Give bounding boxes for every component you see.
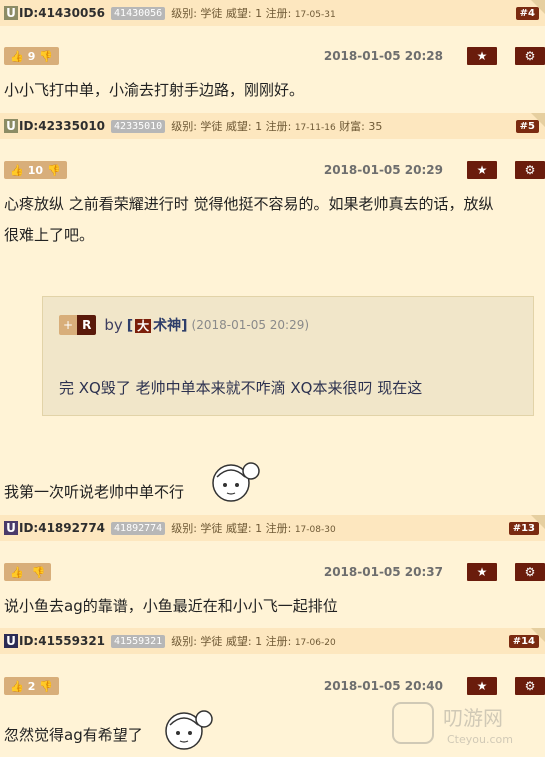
watermark-url: Cteyou.com [447, 733, 513, 746]
user-id[interactable]: ID:41430056 [19, 6, 105, 20]
vote-box[interactable]: 👍 👎 [4, 563, 52, 581]
quote-header: + R by [大术神] (2018-01-05 20:29) [59, 315, 309, 335]
user-meta: 级别: 学徒 威望: 1 注册: 17-08-30 [171, 522, 336, 535]
thumbs-down-icon[interactable]: 👎 [47, 164, 61, 177]
settings-button[interactable]: ⚙ [515, 677, 545, 695]
user-meta: 级别: 学徒 威望: 1 注册: 17-11-16 财富: 35 [171, 120, 383, 133]
thumbs-down-icon[interactable]: 👎 [32, 566, 46, 579]
gear-icon: ⚙ [524, 679, 536, 693]
user-meta: 级别: 学徒 威望: 1 注册: 17-05-31 [171, 7, 336, 20]
user-logo-icon: U [4, 6, 18, 20]
uid-tag: 42335010 [111, 119, 166, 133]
post-timestamp: 2018-01-05 20:37 [323, 565, 443, 579]
vote-box[interactable]: 👍 10 👎 [4, 161, 67, 179]
post-content: 小小飞打中单，小渝去打射手边路，刚刚好。 [4, 81, 305, 99]
vote-count: 9 [27, 49, 36, 63]
thumbs-up-icon[interactable]: 👍 [10, 566, 24, 579]
settings-button[interactable]: ⚙ [515, 563, 545, 581]
user-id[interactable]: ID:41892774 [19, 521, 105, 535]
post-timestamp: 2018-01-05 20:29 [323, 163, 443, 177]
post-userbar: U ID:41892774 41892774 级别: 学徒 威望: 1 注册: … [0, 515, 545, 541]
user-logo-icon: U [4, 119, 18, 133]
post-content-line: 心疼放纵 之前看荣耀进行时 觉得他挺不容易的。如果老帅真去的话，放纵 [4, 195, 494, 213]
quote-timestamp: (2018-01-05 20:29) [191, 318, 310, 332]
post-userbar: U ID:42335010 42335010 级别: 学徒 威望: 1 注册: … [0, 113, 545, 139]
post-timestamp: 2018-01-05 20:28 [323, 49, 443, 63]
post-content-line: 很难上了吧。 [4, 226, 95, 244]
user-meta: 级别: 学徒 威望: 1 注册: 17-06-20 [171, 635, 336, 648]
thumbs-down-icon[interactable]: 👎 [39, 50, 53, 63]
favorite-button[interactable]: ★ [467, 563, 497, 581]
gear-icon: ⚙ [524, 163, 536, 177]
quoted-reply: + R by [大术神] (2018-01-05 20:29) 完 XQ毁了 老帅… [42, 296, 534, 416]
quote-plus[interactable]: + [59, 315, 78, 335]
post-actionbar: 👍 9 👎 2018-01-05 20:28 ★ ⚙ [0, 43, 545, 69]
corner-fold [531, 113, 545, 127]
corner-fold [531, 628, 545, 642]
gear-icon: ⚙ [524, 565, 536, 579]
vote-count: 10 [27, 163, 44, 177]
vote-box[interactable]: 👍 2 👎 [4, 677, 60, 695]
vote-count: 2 [27, 679, 36, 693]
uid-tag: 41559321 [111, 634, 166, 648]
vote-box[interactable]: 👍 9 👎 [4, 47, 60, 65]
quote-author[interactable]: [大术神] [127, 315, 188, 335]
user-logo-icon: U [4, 521, 18, 535]
thumbs-up-icon[interactable]: 👍 [10, 680, 24, 693]
star-icon: ★ [476, 565, 488, 579]
mascot-sticker-icon [165, 710, 213, 750]
favorite-button[interactable]: ★ [467, 677, 497, 695]
star-icon: ★ [476, 679, 488, 693]
watermark-title: 叨游网 [443, 706, 503, 730]
settings-button[interactable]: ⚙ [515, 47, 545, 65]
post-timestamp: 2018-01-05 20:40 [323, 679, 443, 693]
uid-tag: 41430056 [111, 6, 166, 20]
user-id[interactable]: ID:41559321 [19, 634, 105, 648]
corner-fold [531, 515, 545, 529]
uid-tag: 41892774 [111, 521, 166, 535]
post-content: 忽然觉得ag有希望了 [4, 726, 143, 744]
thumbs-up-icon[interactable]: 👍 [10, 164, 24, 177]
favorite-button[interactable]: ★ [467, 47, 497, 65]
user-logo-icon: U [4, 634, 18, 648]
post-actionbar: 👍 👎 2018-01-05 20:37 ★ ⚙ [0, 559, 545, 585]
post-userbar: U ID:41559321 41559321 级别: 学徒 威望: 1 注册: … [0, 628, 545, 654]
user-id[interactable]: ID:42335010 [19, 119, 105, 133]
settings-button[interactable]: ⚙ [515, 161, 545, 179]
reply-text: 我第一次听说老帅中单不行 [4, 483, 185, 501]
quote-body: 完 XQ毁了 老帅中单本来就不咋滴 XQ本来很叼 现在这 [59, 379, 423, 397]
site-watermark: 叨游网 Cteyou.com [392, 702, 513, 746]
thumbs-up-icon[interactable]: 👍 [10, 50, 24, 63]
corner-fold [531, 0, 545, 14]
forum-thread: U ID:41430056 41430056 级别: 学徒 威望: 1 注册: … [0, 0, 545, 757]
star-icon: ★ [476, 49, 488, 63]
gear-icon: ⚙ [524, 49, 536, 63]
post-actionbar: 👍 2 👎 2018-01-05 20:40 ★ ⚙ [0, 673, 545, 699]
favorite-button[interactable]: ★ [467, 161, 497, 179]
post-userbar: U ID:41430056 41430056 级别: 学徒 威望: 1 注册: … [0, 0, 545, 26]
post-content: 说小鱼去ag的靠谱，小鱼最近在和小小飞一起排位 [4, 597, 338, 615]
quote-by: by [104, 316, 123, 334]
post-actionbar: 👍 10 👎 2018-01-05 20:29 ★ ⚙ [0, 157, 545, 183]
thumbs-down-icon[interactable]: 👎 [39, 680, 53, 693]
mascot-sticker-icon [212, 462, 260, 502]
star-icon: ★ [476, 163, 488, 177]
quote-r-button[interactable]: R [77, 315, 97, 335]
